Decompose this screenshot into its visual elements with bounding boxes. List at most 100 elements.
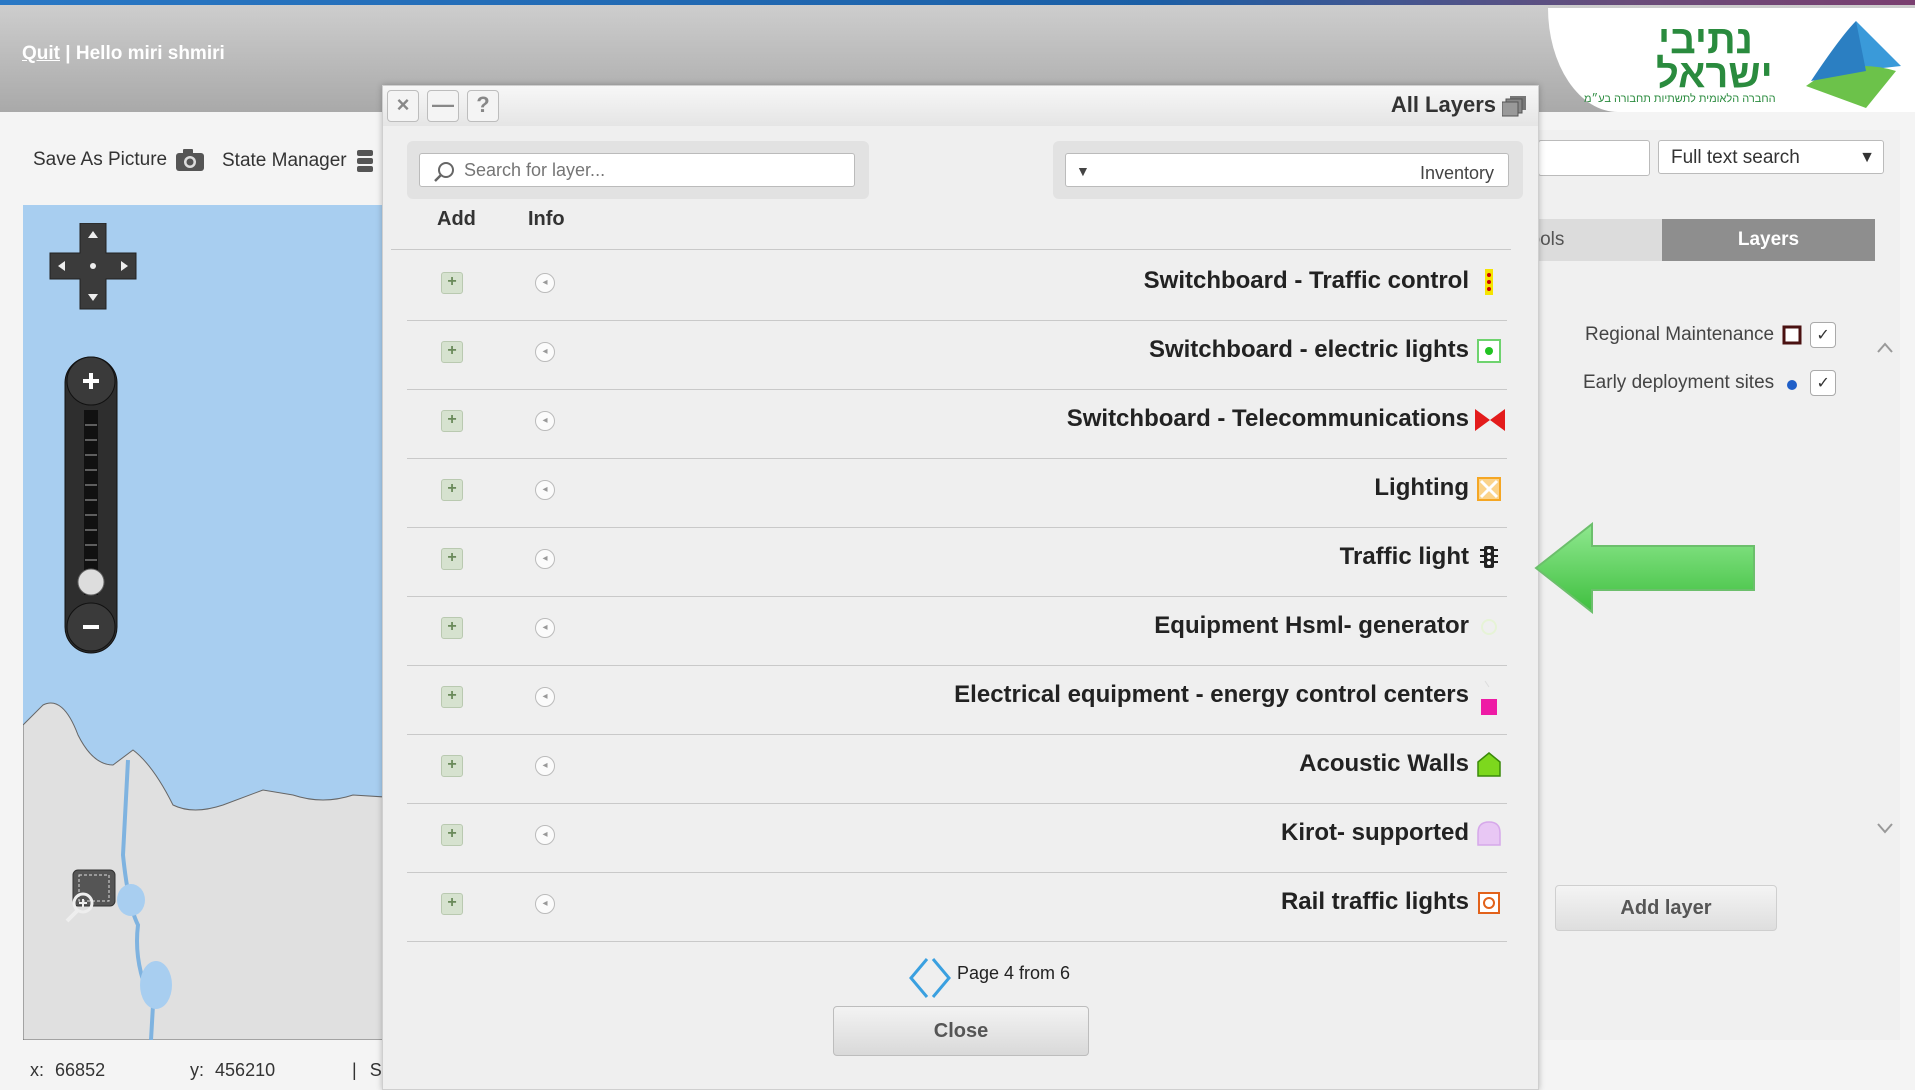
coord-x: x: 66852 — [30, 1060, 105, 1081]
info-icon[interactable]: ◂ — [535, 273, 555, 293]
layer-row-name: Lighting — [1374, 474, 1469, 501]
zoom-slider[interactable] — [63, 355, 123, 660]
tab-tools-label: Tools — [1538, 229, 1565, 250]
dialog-minimize-icon[interactable]: — — [427, 90, 459, 122]
layer-search-input[interactable] — [419, 153, 855, 187]
dialog-title: All Layers — [1390, 92, 1496, 117]
info-icon[interactable]: ◂ — [535, 894, 555, 914]
camera-icon — [176, 149, 205, 171]
layer-row: + ◂ Kirot- supported — [407, 803, 1507, 873]
database-icon — [356, 150, 373, 172]
coord-x-value: 66852 — [55, 1060, 106, 1080]
dialog-close-icon[interactable]: × — [387, 90, 419, 122]
layer-checkbox[interactable]: ✓ — [1810, 322, 1837, 348]
info-icon[interactable]: ◂ — [535, 342, 555, 362]
pager-arrows-icon[interactable] — [907, 956, 953, 1000]
layer-item-early-deployment: Early deployment sites ✓ — [1583, 370, 1837, 396]
add-layer-plus-icon[interactable]: + — [441, 755, 463, 777]
acoustic-wall-icon — [1477, 752, 1501, 777]
info-icon[interactable]: ◂ — [535, 480, 555, 500]
tab-layers[interactable]: Layers — [1662, 219, 1875, 261]
close-button[interactable]: Close — [833, 1006, 1089, 1056]
layer-row-name: Rail traffic lights — [1280, 888, 1469, 915]
electric-lights-icon — [1477, 339, 1501, 363]
layer-row-name: Kirot- supported — [1281, 819, 1469, 846]
add-layer-plus-icon[interactable]: + — [441, 479, 463, 501]
early-deployment-icon — [1787, 380, 1798, 390]
pan-control-icon[interactable] — [48, 223, 138, 318]
info-icon[interactable]: ◂ — [535, 687, 555, 707]
coord-x-label: x: — [30, 1060, 45, 1080]
col-header-info: Info — [528, 208, 565, 230]
info-icon[interactable]: ◂ — [535, 411, 555, 431]
top-accent-line — [0, 0, 1915, 5]
layer-row-name: Switchboard - electric lights — [1148, 336, 1469, 363]
tab-tools[interactable]: Tools — [1538, 219, 1662, 261]
header-divider — [391, 249, 1511, 250]
layers-stack-icon — [1502, 96, 1526, 117]
quit-link[interactable]: Quit — [22, 43, 60, 64]
add-layer-button[interactable]: Add layer — [1555, 885, 1777, 931]
greeting-separator: | — [65, 43, 71, 64]
category-select-box: ▼ Inventory — [1053, 141, 1523, 199]
layer-row-name: Acoustic Walls — [1299, 750, 1469, 777]
add-layer-plus-icon[interactable]: + — [441, 686, 463, 708]
layer-row: + ◂ Acoustic Walls — [407, 734, 1507, 804]
layer-row: + ◂ Rail traffic lights — [407, 872, 1507, 942]
layer-row: + ◂ Switchboard - electric lights — [407, 320, 1507, 390]
telecom-icon — [1475, 409, 1505, 431]
chevron-down-icon: ▼ — [1076, 163, 1090, 179]
add-layer-plus-icon[interactable]: + — [441, 617, 463, 639]
save-as-picture-label: Save As Picture — [33, 149, 168, 170]
add-layer-plus-icon[interactable]: + — [441, 893, 463, 915]
category-select[interactable]: ▼ Inventory — [1065, 153, 1509, 187]
annotation-arrow-icon — [1534, 522, 1755, 614]
map-view[interactable] — [23, 205, 385, 1040]
layer-item-label: Early deployment sites — [1583, 372, 1775, 393]
layer-row-name: Equipment Hsml- generator — [1154, 612, 1469, 639]
state-manager-label: State Manager — [222, 150, 347, 171]
add-layer-plus-icon[interactable]: + — [441, 341, 463, 363]
info-icon[interactable]: ◂ — [535, 549, 555, 569]
full-text-search-input[interactable] — [1538, 140, 1650, 176]
rail-light-icon — [1478, 892, 1500, 914]
add-layer-plus-icon[interactable]: + — [441, 824, 463, 846]
add-layer-plus-icon[interactable]: + — [441, 548, 463, 570]
coord-y-label: y: — [190, 1060, 205, 1080]
logo-tagline: החברה הלאומית לתשתיות תחבורה בע״מ — [1584, 93, 1776, 105]
layer-search-box — [407, 141, 869, 199]
dialog-header: × — ? All Layers — [383, 86, 1538, 126]
search-type-select[interactable]: Full text search ▼ — [1658, 140, 1884, 174]
add-layer-plus-icon[interactable]: + — [441, 272, 463, 294]
save-as-picture-button[interactable]: Save As Picture — [33, 148, 205, 172]
layer-checkbox[interactable]: ✓ — [1810, 370, 1837, 396]
layer-row-name: Switchboard - Telecommunications — [1066, 405, 1469, 432]
traffic-light-icon — [1480, 546, 1498, 568]
logo-shape-icon — [1806, 21, 1901, 108]
kirot-icon — [1477, 821, 1501, 846]
all-layers-dialog: × — ? All Layers ▼ Inventory Add Info + … — [382, 85, 1539, 1090]
search-icon — [434, 162, 454, 182]
dialog-help-icon[interactable]: ? — [467, 90, 499, 122]
info-icon[interactable]: ◂ — [535, 825, 555, 845]
state-manager-button[interactable]: State Manager — [222, 148, 375, 174]
scroll-down-icon[interactable] — [1875, 818, 1895, 838]
layer-row: + ◂ Equipment Hsml- generator — [407, 596, 1507, 666]
layer-row: + ◂ Traffic light — [407, 527, 1507, 597]
zoom-box-icon[interactable] — [63, 865, 123, 925]
info-icon[interactable]: ◂ — [535, 618, 555, 638]
generator-icon — [1481, 619, 1497, 635]
scroll-up-icon[interactable] — [1875, 338, 1895, 358]
logo-line2: ישראל — [1656, 52, 1773, 96]
status-trailing: S — [369, 1060, 382, 1080]
col-header-add: Add — [437, 208, 476, 230]
info-icon[interactable]: ◂ — [535, 756, 555, 776]
layer-row: + ◂ Switchboard - Telecommunications — [407, 389, 1507, 459]
coord-y: y: 456210 — [190, 1060, 275, 1081]
greeting-text: Hello miri shmiri — [75, 43, 225, 64]
add-layer-plus-icon[interactable]: + — [441, 410, 463, 432]
layer-item-regional-maintenance: Regional Maintenance ✓ — [1585, 322, 1837, 348]
status-sep-bar: | — [352, 1060, 357, 1080]
user-greeting: Quit | Hello miri shmiri — [22, 43, 225, 65]
layer-row: + ◂ Lighting — [407, 458, 1507, 528]
